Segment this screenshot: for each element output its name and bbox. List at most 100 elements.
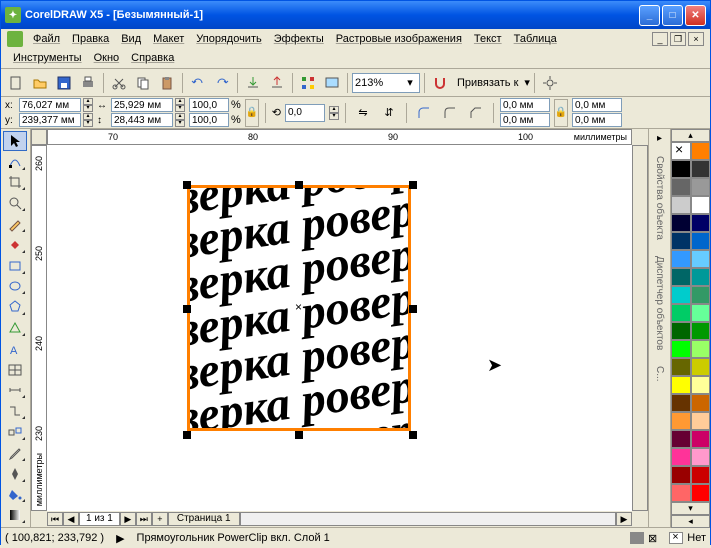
scrollbar-horizontal[interactable]	[240, 512, 616, 526]
import-button[interactable]	[242, 72, 264, 94]
scroll-right[interactable]: ▶	[616, 512, 632, 526]
color-swatch[interactable]	[691, 196, 711, 214]
handle-ml[interactable]	[183, 305, 191, 313]
zoom-dropdown-icon[interactable]: ▾	[403, 76, 417, 89]
color-swatch[interactable]	[691, 142, 711, 160]
docker-object-manager[interactable]: Диспетчер объектов	[652, 252, 667, 354]
menu-layout[interactable]: Макет	[147, 31, 190, 47]
scale-x-input[interactable]	[189, 98, 229, 112]
maximize-button[interactable]: □	[662, 5, 683, 26]
menu-effects[interactable]: Эффекты	[268, 31, 330, 47]
color-swatch[interactable]	[691, 160, 711, 178]
color-swatch[interactable]	[671, 250, 691, 268]
mdi-close[interactable]: ×	[688, 32, 704, 46]
menu-table[interactable]: Таблица	[508, 31, 563, 47]
corner-bl-input[interactable]	[500, 113, 550, 127]
menu-window[interactable]: Окно	[88, 50, 126, 66]
mdi-restore[interactable]: ❐	[670, 32, 686, 46]
ruler-horizontal[interactable]: 70 80 90 100 миллиметры	[47, 129, 632, 145]
handle-br[interactable]	[409, 431, 417, 439]
color-swatch[interactable]	[691, 358, 711, 376]
scale-y-input[interactable]	[189, 113, 229, 127]
menu-file[interactable]: Файл	[27, 31, 66, 47]
copy-button[interactable]	[132, 72, 154, 94]
app-launcher-button[interactable]	[297, 72, 319, 94]
ellipse-tool[interactable]	[3, 277, 27, 297]
shape-tool[interactable]	[3, 152, 27, 172]
color-swatch[interactable]	[691, 340, 711, 358]
palette-down[interactable]: ▾	[671, 502, 710, 515]
lock-ratio-button[interactable]: 🔒	[245, 99, 259, 127]
y-spinner[interactable]: ▴▾	[83, 113, 93, 127]
corner-chamfer-button[interactable]	[465, 102, 487, 124]
export-button[interactable]	[266, 72, 288, 94]
color-swatch[interactable]	[671, 232, 691, 250]
eyedropper-tool[interactable]	[3, 443, 27, 463]
height-input[interactable]	[111, 113, 173, 127]
color-swatch[interactable]	[671, 178, 691, 196]
table-tool[interactable]	[3, 360, 27, 380]
color-swatch[interactable]	[671, 484, 691, 502]
lock-corners-button[interactable]: 🔒	[554, 99, 568, 127]
crop-tool[interactable]	[3, 173, 27, 193]
color-swatch[interactable]	[671, 448, 691, 466]
interactive-tool[interactable]	[3, 422, 27, 442]
close-button[interactable]: ✕	[685, 5, 706, 26]
h-spinner[interactable]: ▴▾	[175, 113, 185, 127]
mirror-h-button[interactable]: ⇋	[352, 102, 374, 124]
color-swatch[interactable]	[691, 322, 711, 340]
handle-bl[interactable]	[183, 431, 191, 439]
handle-bm[interactable]	[295, 431, 303, 439]
page-first[interactable]: ⏮	[47, 512, 63, 526]
save-button[interactable]	[53, 72, 75, 94]
color-swatch[interactable]	[671, 394, 691, 412]
menu-help[interactable]: Справка	[125, 50, 180, 66]
x-input[interactable]	[19, 98, 81, 112]
color-swatch[interactable]	[671, 214, 691, 232]
menu-arrange[interactable]: Упорядочить	[190, 31, 267, 47]
color-swatch[interactable]	[691, 484, 711, 502]
zoom-tool[interactable]	[3, 193, 27, 213]
corner-scallop-button[interactable]	[439, 102, 461, 124]
fill-tool[interactable]	[3, 485, 27, 505]
outline-tool[interactable]	[3, 464, 27, 484]
color-swatch[interactable]	[671, 142, 691, 160]
mdi-minimize[interactable]: _	[652, 32, 668, 46]
color-swatch[interactable]	[671, 322, 691, 340]
ruler-vertical[interactable]: 260 250 240 230 миллиметры	[31, 145, 47, 511]
status-fill-swatch[interactable]	[630, 532, 644, 544]
menu-text[interactable]: Текст	[468, 31, 508, 47]
page-add[interactable]: +	[152, 512, 168, 526]
interactive-fill-tool[interactable]	[3, 505, 27, 525]
handle-tm[interactable]	[295, 181, 303, 189]
color-swatch[interactable]	[691, 304, 711, 322]
corner-round-button[interactable]	[413, 102, 435, 124]
scrollbar-vertical[interactable]	[632, 145, 648, 511]
mirror-v-button[interactable]: ⇵	[378, 102, 400, 124]
color-swatch[interactable]	[671, 466, 691, 484]
drawing-canvas[interactable]: роверка роверкароверка роверкароверка ро…	[47, 145, 632, 511]
color-swatch[interactable]	[691, 250, 711, 268]
welcome-button[interactable]	[321, 72, 343, 94]
page-next[interactable]: ▶	[120, 512, 136, 526]
polygon-tool[interactable]	[3, 297, 27, 317]
new-button[interactable]	[5, 72, 27, 94]
menu-tools[interactable]: Инструменты	[7, 50, 88, 66]
minimize-button[interactable]: _	[639, 5, 660, 26]
freehand-tool[interactable]	[3, 214, 27, 234]
dimension-tool[interactable]	[3, 381, 27, 401]
rectangle-tool[interactable]	[3, 256, 27, 276]
zoom-combo[interactable]: ▾	[352, 73, 420, 93]
x-spinner[interactable]: ▴▾	[83, 98, 93, 112]
color-swatch[interactable]	[691, 232, 711, 250]
smart-fill-tool[interactable]	[3, 235, 27, 255]
color-swatch[interactable]	[671, 340, 691, 358]
palette-flyout[interactable]: ◂	[671, 515, 710, 528]
basic-shapes-tool[interactable]	[3, 318, 27, 338]
text-tool[interactable]: A	[3, 339, 27, 359]
color-swatch[interactable]	[691, 178, 711, 196]
color-swatch[interactable]	[691, 412, 711, 430]
print-button[interactable]	[77, 72, 99, 94]
docker-collapse-icon[interactable]: ▸	[657, 133, 662, 144]
cut-button[interactable]	[108, 72, 130, 94]
